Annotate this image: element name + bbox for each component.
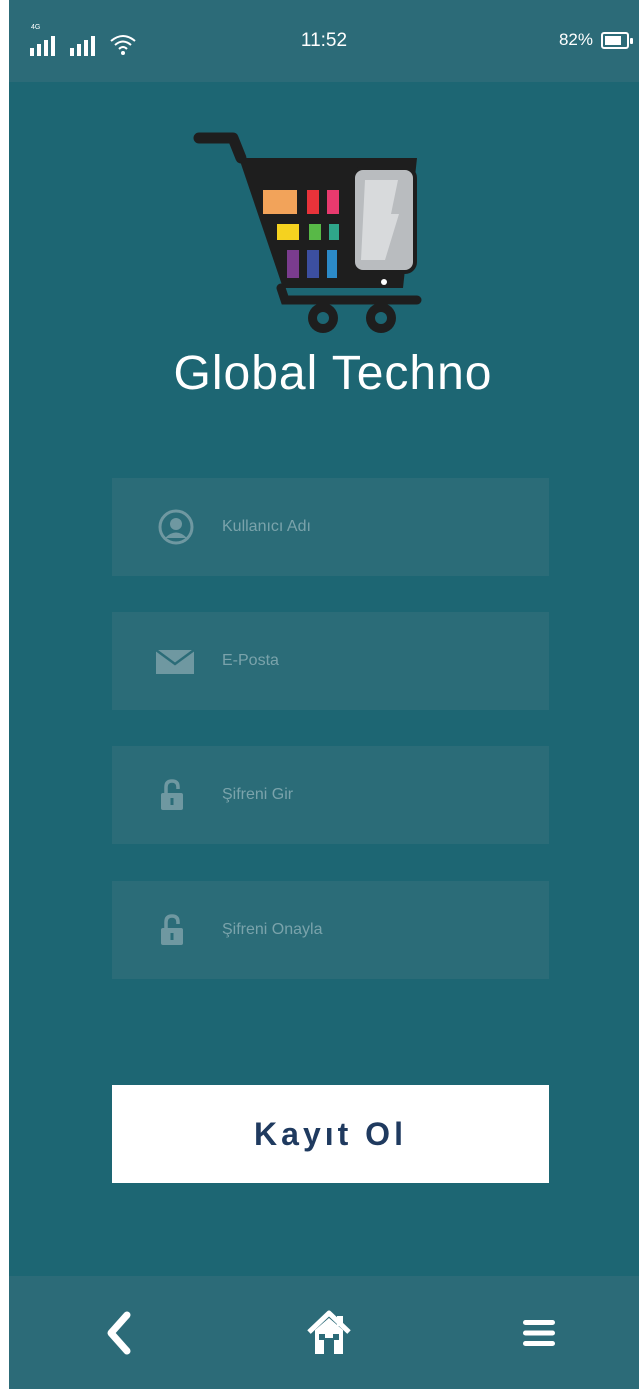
home-button[interactable] — [289, 1276, 369, 1389]
shopping-cart-with-phone-icon — [193, 132, 422, 333]
chevron-left-icon — [107, 1311, 131, 1354]
battery-icon — [601, 31, 633, 49]
status-bar: 4G 11:52 82% — [9, 0, 639, 82]
bottom-nav-bar — [9, 1276, 639, 1389]
battery-group: 82% — [558, 30, 633, 50]
back-button[interactable] — [79, 1276, 159, 1389]
app-screen: 4G 11:52 82% Global Techno Kullanıcı Adı… — [9, 0, 639, 1389]
app-title: Global Techno — [173, 347, 493, 400]
home-icon — [307, 1310, 351, 1354]
password-input[interactable] — [112, 746, 549, 844]
email-field[interactable] — [112, 612, 549, 710]
hamburger-menu-icon — [523, 1319, 555, 1346]
menu-button[interactable] — [499, 1276, 579, 1389]
password-confirm-input[interactable] — [112, 881, 549, 979]
password-confirm-field[interactable] — [112, 881, 549, 979]
status-time: 11:52 — [300, 30, 348, 51]
username-field[interactable] — [112, 478, 549, 576]
password-field[interactable] — [112, 746, 549, 844]
username-input[interactable] — [112, 478, 549, 576]
battery-percent: 82% — [558, 30, 593, 49]
email-input[interactable] — [112, 612, 549, 710]
register-button[interactable]: Kayıt Ol — [112, 1085, 549, 1183]
battery-level — [605, 35, 622, 45]
